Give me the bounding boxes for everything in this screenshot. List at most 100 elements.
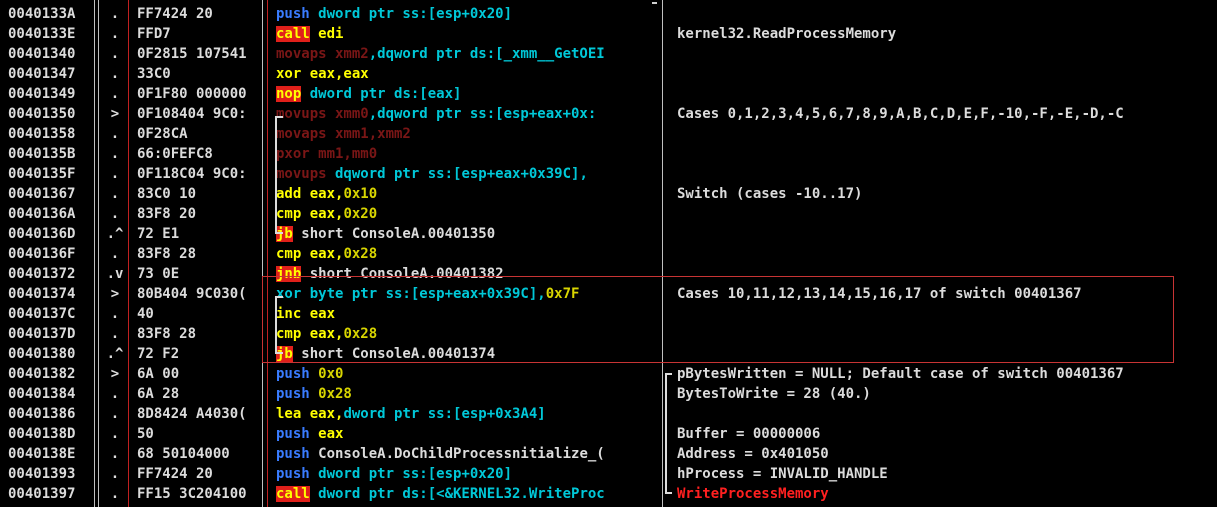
address: 0040136F	[8, 246, 76, 262]
token: 0x28	[343, 246, 378, 262]
address: 00401340	[8, 46, 76, 62]
jump-marker: .	[110, 46, 120, 62]
hex-bytes: 80B404 9C030(	[137, 286, 247, 302]
code-row[interactable]: 00401382 >6A 00 push 0x0 pBytesWritten = NU…	[0, 364, 1217, 384]
token: 0x28	[309, 386, 352, 402]
token: movups xmm0	[276, 106, 369, 122]
jump-marker: .^	[106, 226, 124, 242]
token: xor eax,eax	[276, 66, 369, 82]
comment: Address = 0x401050	[677, 446, 829, 462]
comment: kernel32.ReadProcessMemory	[677, 26, 897, 42]
comment	[677, 4, 1217, 24]
code-row[interactable]: 00401384. 6A 28 push 0x28 BytesToWrite = 28…	[0, 384, 1217, 404]
token: push	[276, 6, 310, 22]
token: short ConsoleA.00401350	[292, 226, 496, 242]
code-row[interactable]: 00401349. 0F1F80 000000 nop dword ptr ds:[…	[0, 84, 1217, 104]
hex-bytes: 83F8 20	[137, 206, 197, 222]
token: call	[276, 26, 310, 42]
code-row[interactable]: 0040136D .^ 72 E1 jb short ConsoleA.0040135…	[0, 224, 1217, 244]
address: 0040136A	[8, 206, 76, 222]
token: movaps xmm2	[276, 46, 369, 62]
comment: Buffer = 00000006	[677, 426, 821, 442]
token: dword ptr ds:[eax]	[301, 86, 462, 102]
comment	[677, 164, 1217, 184]
address: 00401386	[8, 406, 76, 422]
comment	[677, 224, 1217, 244]
comment: Cases 0,1,2,3,4,5,6,7,8,9,A,B,C,D,E,F,-1…	[677, 106, 1124, 122]
address: 00401372	[8, 266, 76, 282]
jump-marker: .	[110, 86, 120, 102]
code-row[interactable]: 00401397. FF15 3C204100 call dword ptr ds:…	[0, 484, 1217, 504]
jump-marker: .	[110, 386, 120, 402]
disassembly: push 0x0	[276, 364, 660, 384]
hex-bytes: 73 0E	[137, 266, 180, 282]
token: push	[276, 446, 310, 462]
address: 00401397	[8, 486, 76, 502]
jump-marker: .	[110, 146, 120, 162]
hex-bytes: FF7424 20	[137, 466, 213, 482]
comment: pBytesWritten = NULL; Default case of sw…	[677, 366, 1124, 382]
disassembly: movaps xmm2,dqword ptr ds:[_xmm__GetOEI	[276, 44, 660, 64]
address: 0040137C	[8, 306, 76, 322]
token: movaps xmm1,xmm2	[276, 126, 411, 142]
code-row[interactable]: 00401347. 33C0 xor eax,eax	[0, 64, 1217, 84]
code-row[interactable]: 00401386. 8D8424 A4030(lea eax,dword ptr …	[0, 404, 1217, 424]
code-row[interactable]: 00401340. 0F2815 107541 movaps xmm2,dqword…	[0, 44, 1217, 64]
code-row[interactable]: 0040133E. FFD7 call edi kernel32.ReadProces…	[0, 24, 1217, 44]
token: cmp eax,	[276, 206, 344, 222]
comment: WriteProcessMemory	[677, 486, 829, 502]
address: 00401374	[8, 286, 76, 302]
token: 0x10	[343, 186, 378, 202]
code-row[interactable]: 0040135F. 0F118C04 9C0: movups dqword ptr …	[0, 164, 1217, 184]
hex-bytes: 83F8 28	[137, 326, 197, 342]
disassembly: movaps xmm1,xmm2	[276, 124, 660, 144]
code-row[interactable]: 0040133A. FF7424 20 push dword ptr ss:[esp…	[0, 4, 1217, 24]
code-row[interactable]: 0040136A. 83F8 20 cmp eax,0x20	[0, 204, 1217, 224]
hex-bytes: FF15 3C204100	[137, 486, 247, 502]
jump-marker: .	[110, 306, 120, 322]
code-row[interactable]: 0040138D. 50 push eax Buffer = 00000006	[0, 424, 1217, 444]
token: eax	[309, 426, 344, 442]
code-row[interactable]: 00401393. FF7424 20 push dword ptr ss:[esp…	[0, 464, 1217, 484]
code-row[interactable]: 0040136F. 83F8 28 cmp eax,0x28	[0, 244, 1217, 264]
address: 0040138D	[8, 426, 76, 442]
token: dword ptr ss:[esp+0x20]	[309, 466, 513, 482]
disassembly: pxor mm1,mm0	[276, 144, 660, 164]
token: jb	[276, 226, 293, 242]
comment: Switch (cases -10..17)	[677, 186, 863, 202]
jump-marker: .	[110, 66, 120, 82]
disassembly: push ConsoleA.DoChildProcessnitialize_(	[276, 444, 660, 464]
token: push	[276, 366, 310, 382]
code-row[interactable]: 00401358. 0F28CA movaps xmm1,xmm2	[0, 124, 1217, 144]
code-row[interactable]: 0040138E. 68 50104000 push ConsoleA.DoChil…	[0, 444, 1217, 464]
code-row[interactable]: 00401350 >0F108404 9C0: movups xmm0,dqword…	[0, 104, 1217, 124]
token: push	[276, 466, 310, 482]
jump-marker: .^	[106, 346, 124, 362]
disassembly: call dword ptr ds:[<&KERNEL32.WriteProc	[276, 484, 660, 504]
disassembly: nop dword ptr ds:[eax]	[276, 84, 660, 104]
jump-marker: .	[110, 486, 120, 502]
address: 00401358	[8, 126, 76, 142]
jump-marker: >	[110, 366, 120, 382]
code-row[interactable]: 0040135B. 66:0FEFC8 pxor mm1,mm0	[0, 144, 1217, 164]
address: 0040135F	[8, 166, 76, 182]
disassembly: push 0x28	[276, 384, 660, 404]
address: 0040137D	[8, 326, 76, 342]
hex-bytes: FFD7	[137, 26, 171, 42]
jump-marker: .	[110, 6, 120, 22]
address: 0040133E	[8, 26, 76, 42]
code-row[interactable]: 00401367. 83C0 10 add eax,0x10 Switch (case…	[0, 184, 1217, 204]
hex-bytes: 72 F2	[137, 346, 180, 362]
hex-bytes: 0F28CA	[137, 126, 188, 142]
comment	[677, 404, 1217, 424]
jump-marker: .	[110, 206, 120, 222]
token: nop	[276, 86, 302, 102]
disassembly: movups dqword ptr ss:[esp+eax+0x39C],	[276, 164, 660, 184]
hex-bytes: 33C0	[137, 66, 171, 82]
disassembly-view[interactable]: 0040133A. FF7424 20 push dword ptr ss:[esp…	[0, 0, 1217, 507]
jump-marker: .	[110, 166, 120, 182]
disassembly: jb short ConsoleA.00401350	[276, 224, 660, 244]
address: 00401350	[8, 106, 76, 122]
address: 00401347	[8, 66, 76, 82]
jump-marker: >	[110, 286, 120, 302]
